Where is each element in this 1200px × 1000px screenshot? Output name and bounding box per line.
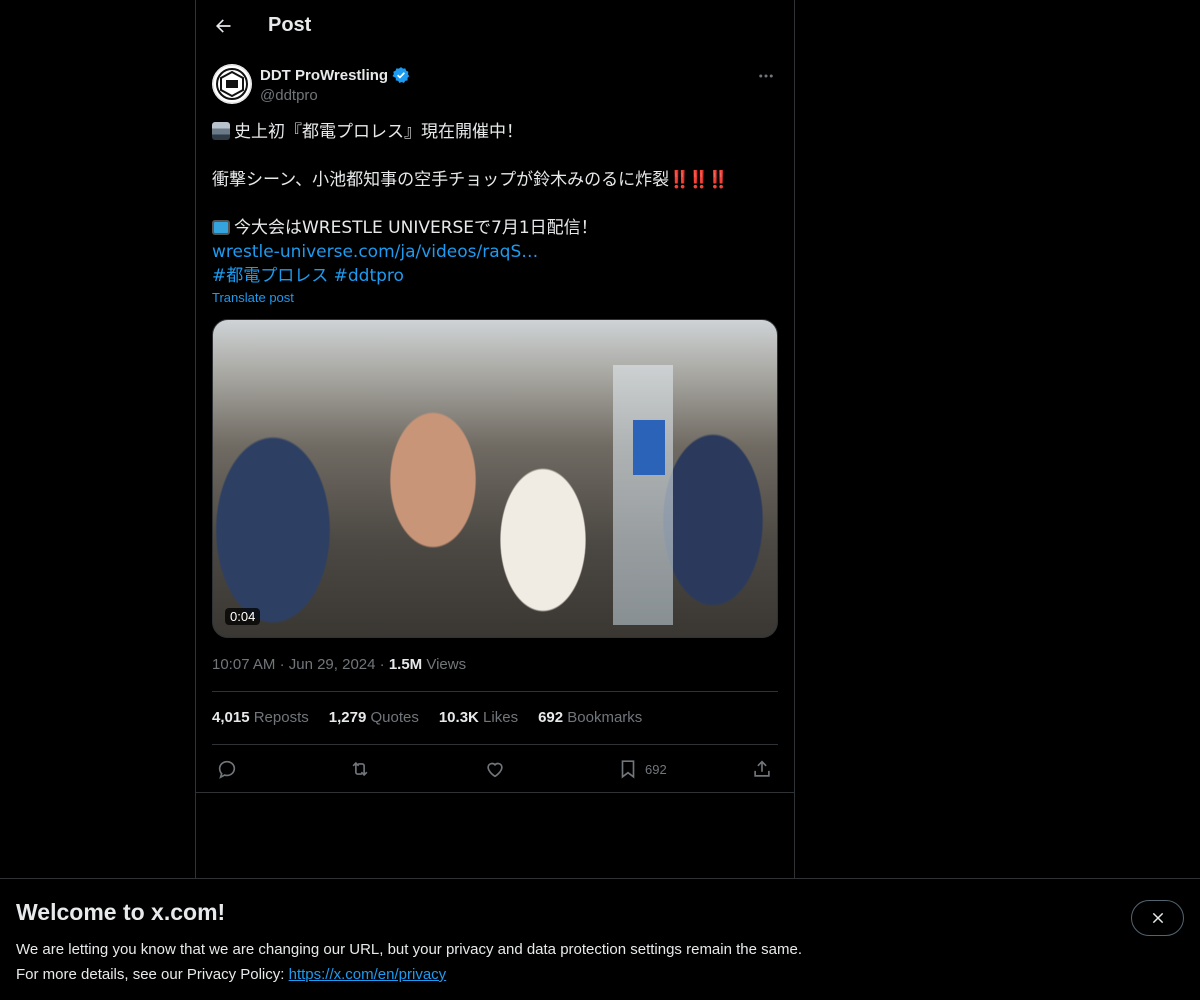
verified-badge-icon	[392, 67, 410, 83]
repost-button[interactable]	[349, 755, 371, 783]
post-time[interactable]: 10:07 AM	[212, 656, 275, 673]
video-player[interactable]: 0:04	[212, 319, 778, 638]
post-link[interactable]: wrestle-universe.com/ja/videos/raqS…	[212, 240, 778, 264]
page-title: Post	[268, 14, 312, 36]
reply-button[interactable]	[216, 755, 238, 783]
text-line-3-content: 今大会はWRESTLE UNIVERSEで7月1日配信！	[234, 218, 598, 238]
video-duration: 0:04	[225, 608, 261, 625]
banner-text: We are letting you know that we are chan…	[16, 937, 802, 987]
post-stats: 4,015 Reposts 1,279 Quotes 10.3K Likes 6…	[212, 709, 642, 726]
reply-icon	[218, 760, 236, 779]
avatar[interactable]	[212, 64, 252, 104]
post-date[interactable]: Jun 29, 2024	[289, 656, 376, 673]
welcome-banner: Welcome to x.com! We are letting you kno…	[0, 878, 1200, 1000]
views-label: Views	[426, 656, 467, 673]
close-icon	[1152, 912, 1163, 924]
banner-line-1: We are letting you know that we are chan…	[16, 941, 802, 958]
quotes-count: 1,279	[328, 709, 367, 726]
post-meta: 10:07 AM · Jun 29, 2024 · 1.5M Views	[212, 656, 466, 673]
more-dots-icon	[759, 74, 773, 78]
bookmarks-stat[interactable]: 692 Bookmarks	[538, 709, 642, 726]
author-display-name[interactable]: DDT ProWrestling	[260, 67, 388, 84]
divider	[196, 792, 794, 793]
divider	[212, 691, 778, 692]
hashtags[interactable]: #都電プロレス #ddtpro	[212, 264, 778, 288]
bookmark-count: 692	[645, 761, 667, 777]
likes-label: Likes	[483, 709, 519, 726]
share-button[interactable]	[751, 755, 773, 783]
divider	[212, 744, 778, 745]
text-line-2-content: 衝撃シーン、小池都知事の空手チョップが鈴木みのるに炸裂	[212, 170, 670, 190]
text-line-3: 今大会はWRESTLE UNIVERSEで7月1日配信！	[212, 216, 778, 240]
author-name-row[interactable]: DDT ProWrestling	[260, 66, 410, 84]
bookmarks-label: Bookmarks	[567, 709, 643, 726]
train-emoji-icon	[212, 122, 230, 140]
share-icon	[754, 760, 770, 777]
video-frame-sign	[633, 420, 665, 475]
bookmark-icon	[621, 760, 635, 779]
heart-icon	[487, 762, 503, 778]
close-banner-button[interactable]	[1131, 900, 1184, 936]
author-handle[interactable]: @ddtpro	[260, 87, 318, 104]
main-column: Post DDT ProWrestling @ddtpro 史上初『都電プロレス…	[195, 0, 795, 1000]
post-text: 史上初『都電プロレス』現在開催中！ 衝撃シーン、小池都知事の空手チョップが鈴木み…	[212, 120, 778, 288]
views-count: 1.5M	[388, 656, 423, 673]
like-button[interactable]	[484, 755, 506, 783]
reposts-stat[interactable]: 4,015 Reposts	[212, 709, 309, 726]
quotes-stat[interactable]: 1,279 Quotes	[329, 709, 419, 726]
likes-stat[interactable]: 10.3K Likes	[439, 709, 518, 726]
likes-count: 10.3K	[438, 709, 479, 726]
post-author: DDT ProWrestling @ddtpro	[212, 64, 778, 108]
meta-separator: ·	[379, 656, 385, 673]
translate-post-link[interactable]: Translate post	[212, 290, 294, 305]
text-line-2: 衝撃シーン、小池都知事の空手チョップが鈴木みのるに炸裂‼️‼️‼️	[212, 168, 778, 192]
reposts-count: 4,015	[212, 709, 250, 726]
ddt-logo-icon	[212, 64, 252, 104]
double-exclamation-emoji-icon: ‼️‼️‼️	[669, 170, 728, 190]
meta-separator: ·	[279, 656, 285, 673]
banner-line-2: For more details, see our Privacy Policy…	[16, 962, 802, 987]
back-button[interactable]	[206, 9, 240, 43]
privacy-policy-link[interactable]: https://x.com/en/privacy	[289, 966, 447, 983]
banner-line-2-prefix: For more details, see our Privacy Policy…	[16, 966, 285, 983]
bookmarks-count: 692	[538, 709, 564, 726]
tv-emoji-icon	[212, 220, 230, 235]
banner-title: Welcome to x.com!	[16, 899, 226, 925]
action-bar: 692	[212, 755, 778, 783]
text-line-1: 史上初『都電プロレス』現在開催中！	[212, 120, 778, 144]
more-options-button[interactable]	[754, 64, 778, 88]
repost-icon	[352, 761, 368, 777]
text-line-1-content: 史上初『都電プロレス』現在開催中！	[234, 122, 523, 142]
arrow-left-icon	[216, 19, 231, 33]
top-bar: Post	[196, 0, 794, 53]
bookmark-button[interactable]: 692	[617, 755, 667, 783]
reposts-label: Reposts	[253, 709, 309, 726]
video-frame-window	[613, 365, 673, 625]
quotes-label: Quotes	[370, 709, 419, 726]
